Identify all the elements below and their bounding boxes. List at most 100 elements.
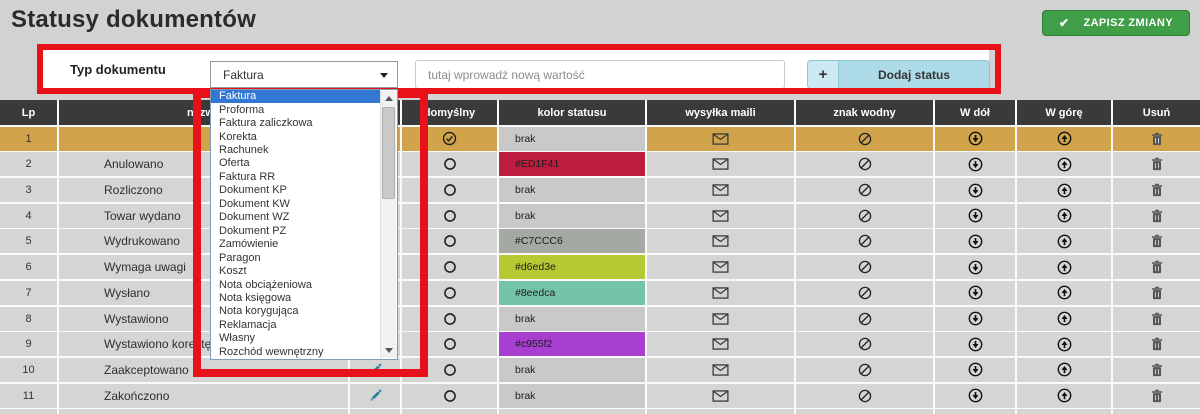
default-radio[interactable]	[402, 358, 497, 382]
dropdown-option[interactable]: Dokument WZ	[211, 211, 380, 224]
watermark-button[interactable]	[796, 255, 933, 279]
move-up-button[interactable]	[1017, 152, 1111, 176]
move-up-button[interactable]	[1017, 358, 1111, 382]
watermark-button[interactable]	[796, 281, 933, 305]
dropdown-option[interactable]: Nota korygująca	[211, 305, 380, 318]
edit-button[interactable]	[350, 358, 400, 382]
send-mail-button[interactable]	[647, 307, 794, 331]
dropdown-option[interactable]: Nota księgowa	[211, 292, 380, 305]
default-radio[interactable]	[402, 332, 497, 356]
delete-button[interactable]	[1113, 307, 1200, 331]
move-down-button[interactable]	[935, 229, 1015, 253]
watermark-button[interactable]	[796, 127, 933, 151]
scroll-down-arrow[interactable]	[381, 343, 397, 358]
move-down-button[interactable]	[935, 307, 1015, 331]
dropdown-option[interactable]: Koszt	[211, 265, 380, 278]
default-radio-checked[interactable]	[402, 127, 497, 151]
dropdown-scrollbar[interactable]	[380, 91, 396, 358]
dropdown-option[interactable]: Dokument KP	[211, 184, 380, 197]
new-status-input[interactable]	[415, 60, 785, 89]
status-color-cell[interactable]: #c955f2	[499, 332, 645, 356]
default-radio[interactable]	[402, 178, 497, 202]
default-radio[interactable]	[402, 229, 497, 253]
send-mail-button[interactable]	[647, 178, 794, 202]
delete-button[interactable]	[1113, 152, 1200, 176]
delete-button[interactable]	[1113, 332, 1200, 356]
default-radio[interactable]	[402, 152, 497, 176]
dropdown-option[interactable]: Dokument KW	[211, 198, 380, 211]
send-mail-button[interactable]	[647, 127, 794, 151]
status-color-cell[interactable]: #8eedca	[499, 281, 645, 305]
delete-button[interactable]	[1113, 384, 1200, 408]
watermark-button[interactable]	[796, 229, 933, 253]
status-color-cell[interactable]: #C7CCC6	[499, 229, 645, 253]
dropdown-option[interactable]: Nota obciążeniowa	[211, 278, 380, 291]
watermark-button[interactable]	[796, 152, 933, 176]
delete-button[interactable]	[1113, 255, 1200, 279]
dropdown-option[interactable]: Faktura RR	[211, 171, 380, 184]
move-up-button[interactable]	[1017, 384, 1111, 408]
status-color-cell[interactable]: brak	[499, 384, 645, 408]
send-mail-button[interactable]	[647, 204, 794, 228]
status-color-cell[interactable]: brak	[499, 204, 645, 228]
send-mail-button[interactable]	[647, 281, 794, 305]
watermark-button[interactable]	[796, 332, 933, 356]
move-down-button[interactable]	[935, 178, 1015, 202]
dropdown-option[interactable]: Rachunek	[211, 144, 380, 157]
move-up-button[interactable]	[1017, 255, 1111, 279]
move-down-button[interactable]	[935, 127, 1015, 151]
dropdown-option[interactable]: Zamówienie	[211, 238, 380, 251]
delete-button[interactable]	[1113, 281, 1200, 305]
move-down-button[interactable]	[935, 281, 1015, 305]
move-down-button[interactable]	[935, 204, 1015, 228]
document-type-select[interactable]: Faktura	[210, 61, 398, 88]
delete-button[interactable]	[1113, 127, 1200, 151]
scroll-up-arrow[interactable]	[381, 91, 397, 106]
watermark-button[interactable]	[796, 178, 933, 202]
move-down-button[interactable]	[935, 332, 1015, 356]
dropdown-option[interactable]: Własny	[211, 332, 380, 345]
dropdown-option[interactable]: Oferta	[211, 157, 380, 170]
status-color-cell[interactable]: #d6ed3e	[499, 255, 645, 279]
status-color-cell[interactable]: brak	[499, 127, 645, 151]
default-radio[interactable]	[402, 384, 497, 408]
dropdown-option[interactable]: Reklamacja	[211, 319, 380, 332]
dropdown-option[interactable]: Paragon	[211, 251, 380, 264]
delete-button[interactable]	[1113, 229, 1200, 253]
status-color-cell[interactable]: brak	[499, 307, 645, 331]
add-status-button[interactable]: + Dodaj status	[807, 60, 990, 89]
dropdown-option[interactable]: Korekta	[211, 130, 380, 143]
dropdown-option[interactable]: Faktura	[211, 90, 380, 103]
dropdown-option[interactable]: Dokument PZ	[211, 225, 380, 238]
dropdown-option[interactable]: Proforma	[211, 103, 380, 116]
move-up-button[interactable]	[1017, 204, 1111, 228]
send-mail-button[interactable]	[647, 255, 794, 279]
watermark-button[interactable]	[796, 384, 933, 408]
move-up-button[interactable]	[1017, 307, 1111, 331]
edit-button[interactable]	[350, 384, 400, 408]
move-down-button[interactable]	[935, 384, 1015, 408]
move-down-button[interactable]	[935, 152, 1015, 176]
watermark-button[interactable]	[796, 204, 933, 228]
dropdown-option[interactable]: Faktura zaliczkowa	[211, 117, 380, 130]
delete-button[interactable]	[1113, 358, 1200, 382]
send-mail-button[interactable]	[647, 229, 794, 253]
delete-button[interactable]	[1113, 204, 1200, 228]
delete-button[interactable]	[1113, 178, 1200, 202]
default-radio[interactable]	[402, 255, 497, 279]
move-up-button[interactable]	[1017, 281, 1111, 305]
send-mail-button[interactable]	[647, 358, 794, 382]
watermark-button[interactable]	[796, 307, 933, 331]
status-color-cell[interactable]: #ED1F41	[499, 152, 645, 176]
send-mail-button[interactable]	[647, 332, 794, 356]
move-up-button[interactable]	[1017, 127, 1111, 151]
send-mail-button[interactable]	[647, 384, 794, 408]
move-up-button[interactable]	[1017, 332, 1111, 356]
move-up-button[interactable]	[1017, 229, 1111, 253]
move-down-button[interactable]	[935, 358, 1015, 382]
move-down-button[interactable]	[935, 255, 1015, 279]
scrollbar-thumb[interactable]	[382, 107, 395, 199]
watermark-button[interactable]	[796, 358, 933, 382]
default-radio[interactable]	[402, 204, 497, 228]
status-color-cell[interactable]: brak	[499, 358, 645, 382]
